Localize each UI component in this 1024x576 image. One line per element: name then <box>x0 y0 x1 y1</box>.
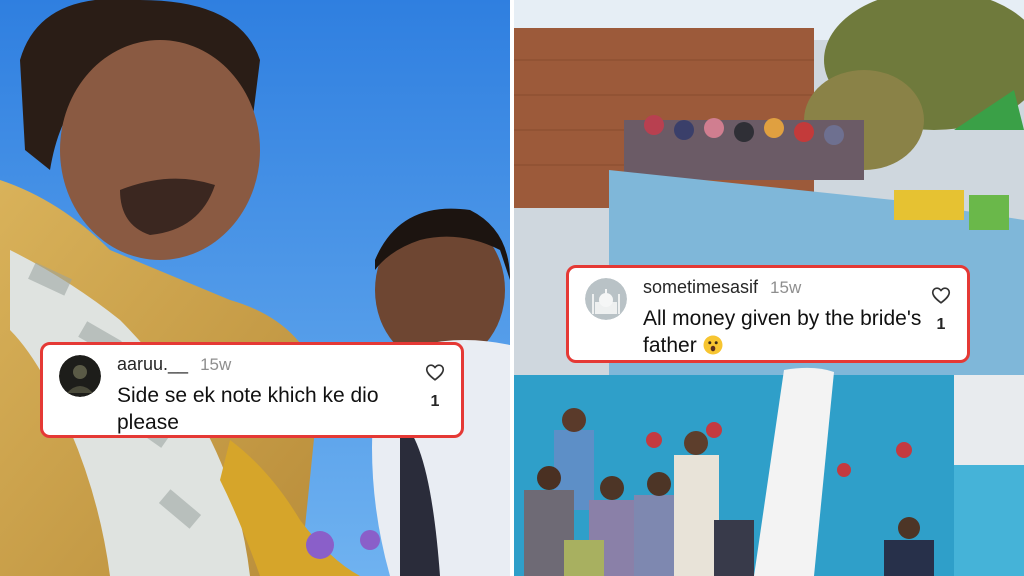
like-count: 1 <box>936 316 946 333</box>
astonished-face-emoji-icon <box>703 335 723 355</box>
comment-text-body: All money given by the bride's father <box>643 307 922 357</box>
dark-avatar-icon[interactable] <box>59 355 101 397</box>
comment-text: All money given by the bride's father <box>643 305 923 359</box>
heart-icon[interactable] <box>424 361 446 383</box>
like-count: 1 <box>430 393 440 410</box>
heart-icon[interactable] <box>930 284 952 306</box>
comment-username[interactable]: aaruu.__ <box>117 353 188 375</box>
comment-card[interactable]: sometimesasif 15w All money given by the… <box>566 265 970 363</box>
right-photo-panel: sometimesasif 15w All money given by the… <box>514 0 1024 576</box>
comment-timestamp: 15w <box>200 355 232 374</box>
rooftop-crowd <box>624 115 864 180</box>
taj-mahal-avatar-icon[interactable] <box>585 278 627 320</box>
comment-username[interactable]: sometimesasif <box>643 276 758 298</box>
groom-photo <box>0 0 510 576</box>
comment-text: Side se ek note khich ke dio please <box>117 384 379 434</box>
comment-timestamp: 15w <box>770 278 802 297</box>
like-area: 1 <box>423 361 447 411</box>
like-area: 1 <box>929 284 953 334</box>
comment-card[interactable]: aaruu.__ 15w Side se ek note khich ke di… <box>40 342 464 438</box>
left-photo-panel: aaruu.__ 15w Side se ek note khich ke di… <box>0 0 510 576</box>
